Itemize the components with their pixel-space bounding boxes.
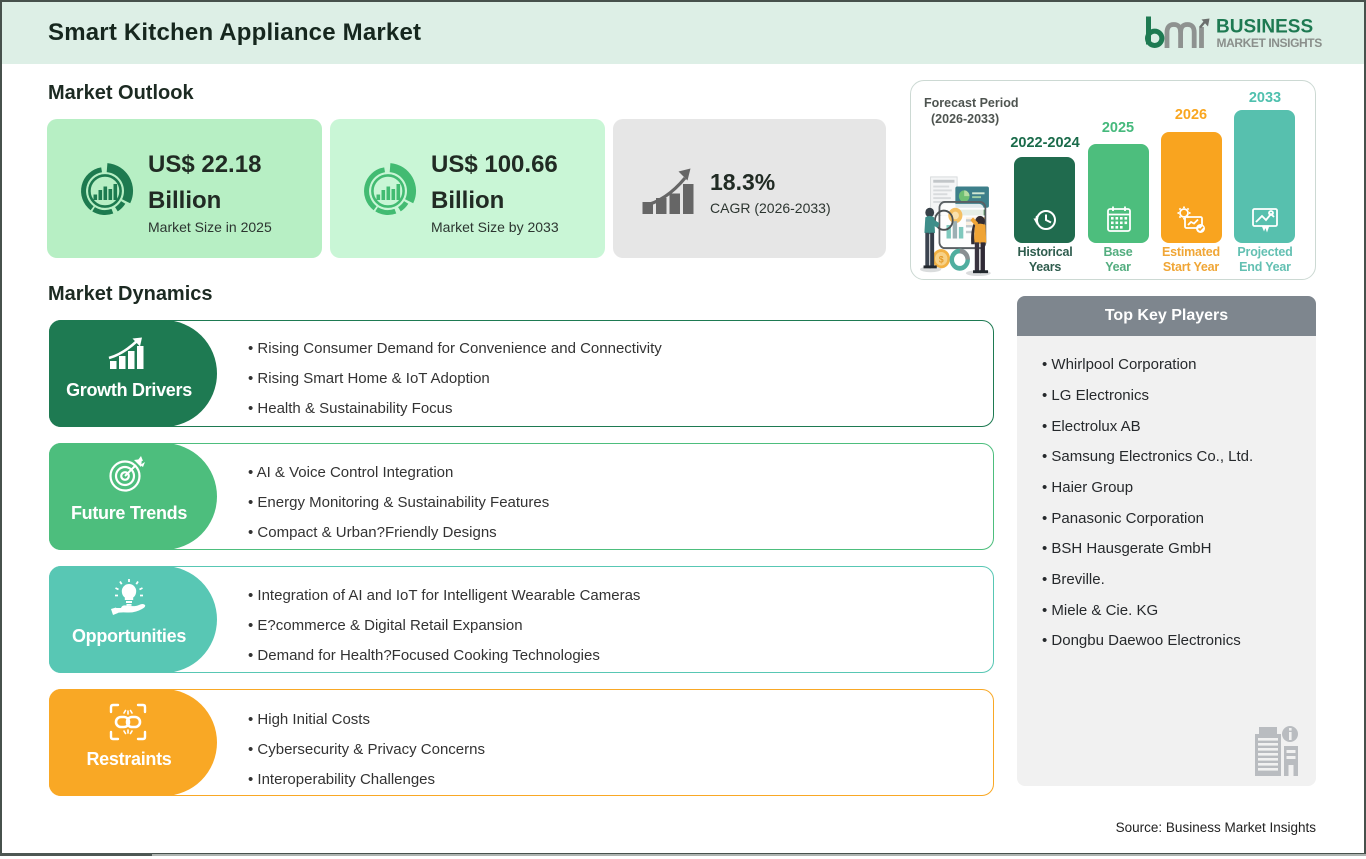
svg-text:$: $: [939, 254, 944, 264]
svg-text:BUSINESS: BUSINESS: [1216, 16, 1313, 37]
svg-text:MARKET INSIGHTS: MARKET INSIGHTS: [1217, 36, 1323, 50]
